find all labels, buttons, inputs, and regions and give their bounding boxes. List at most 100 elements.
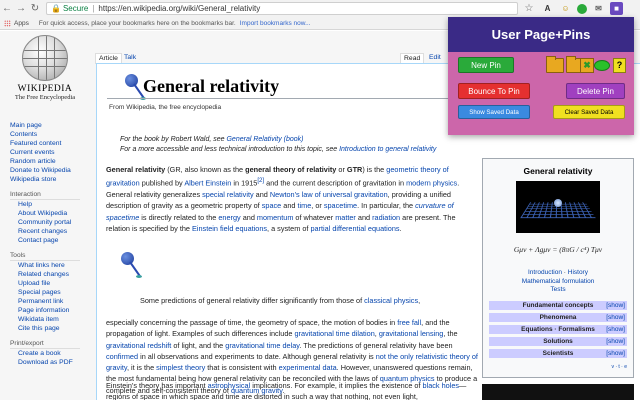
link-matter[interactable]: matter [335, 213, 356, 222]
link-classical-physics[interactable]: classical physics [364, 296, 418, 305]
link-energy[interactable]: energy [218, 213, 240, 222]
link-field-equations[interactable]: Einstein field equations [192, 224, 267, 233]
font-extension-icon[interactable]: A [541, 2, 554, 15]
text: , [418, 296, 421, 305]
sidebar-item-special[interactable]: Special pages [10, 288, 92, 297]
sidebar-item-contact[interactable]: Contact page [10, 236, 92, 245]
link-special-relativity[interactable]: special relativity [202, 190, 254, 199]
sidebar-item-what-links[interactable]: What links here [10, 261, 92, 270]
infobox-row-scientists[interactable]: Scientists [show] [489, 348, 627, 358]
bounce-to-pin-button[interactable]: Bounce To Pin [458, 83, 530, 99]
sidebar-item-about[interactable]: About Wikipedia [10, 209, 92, 218]
link-tests[interactable]: Tests [550, 286, 565, 293]
mail-extension-icon[interactable]: ✉ [592, 2, 605, 15]
link-albert-einstein[interactable]: Albert Einstein [184, 179, 231, 188]
wikipedia-logo[interactable]: WIKIPEDIA The Free Encyclopedia [4, 33, 86, 113]
sidebar-heading-print[interactable]: Print/export [10, 339, 80, 349]
link-spacetime[interactable]: spacetime [324, 201, 357, 210]
sidebar-item-donate[interactable]: Donate to Wikipedia [10, 166, 92, 175]
sidebar-item-help[interactable]: Help [10, 200, 92, 209]
sidebar-item-featured[interactable]: Featured content [10, 139, 92, 148]
text: and [355, 212, 373, 222]
pushpin-icon[interactable] [120, 252, 142, 282]
link-time[interactable]: time [297, 201, 311, 210]
pins-extension-icon[interactable] [577, 3, 587, 14]
sidebar-item-related[interactable]: Related changes [10, 270, 92, 279]
link-astrophysical[interactable]: astrophysical [208, 381, 251, 390]
link-radiation[interactable]: radiation [372, 213, 400, 222]
hatnote-link-intro[interactable]: Introduction to general relativity [339, 146, 436, 153]
url-input[interactable]: 🔒 Secure | https://en.wikipedia.org/wiki… [46, 2, 518, 15]
link-redshift[interactable]: gravitational redshift [106, 341, 171, 350]
show-toggle[interactable]: [show] [606, 313, 625, 322]
sidebar-item-recent-changes[interactable]: Recent changes [10, 227, 92, 236]
link-newton-law[interactable]: Newton's law of universal gravitation [270, 190, 388, 199]
show-saved-data-button[interactable]: Show Saved Data [458, 105, 530, 119]
user-pins-popup: User Page+Pins New Pin ✖ ? Bounce To Pin… [448, 17, 634, 135]
sidebar-item-download-pdf[interactable]: Download as PDF [10, 358, 92, 367]
predictions-paragraph-start: Some predictions of general relativity d… [140, 295, 478, 306]
apps-label[interactable]: Apps [14, 20, 29, 27]
sidebar-item-community[interactable]: Community portal [10, 218, 92, 227]
link-lensing[interactable]: gravitational lensing [379, 329, 444, 338]
back-icon[interactable]: ← [0, 2, 14, 16]
delete-pin-button[interactable]: Delete Pin [566, 83, 625, 99]
sidebar-item-store[interactable]: Wikipedia store [10, 175, 92, 184]
link-time-delay[interactable]: gravitational time delay [225, 341, 299, 350]
row-label: Phenomena [539, 313, 577, 321]
folder-remove-icon[interactable]: ✖ [580, 58, 594, 73]
clear-saved-data-button[interactable]: Clear Saved Data [553, 105, 625, 119]
vte-links[interactable]: v · t · e [483, 364, 627, 370]
help-icon[interactable]: ? [613, 58, 626, 73]
link-history[interactable]: History [568, 269, 588, 276]
link-mathematical-formulation[interactable]: Mathematical formulation [522, 278, 595, 285]
forward-icon[interactable]: → [14, 2, 28, 16]
sidebar-item-cite[interactable]: Cite this page [10, 324, 92, 333]
sidebar-item-contents[interactable]: Contents [10, 130, 92, 139]
sidebar-item-wikidata[interactable]: Wikidata item [10, 315, 92, 324]
hatnote-link-book[interactable]: General Relativity (book) [226, 136, 303, 143]
link-time-dilation[interactable]: gravitational time dilation [294, 329, 374, 338]
sidebar-item-current-events[interactable]: Current events [10, 148, 92, 157]
import-bookmarks-link[interactable]: Import bookmarks now... [240, 20, 311, 27]
sidebar-heading-interaction[interactable]: Interaction [10, 190, 80, 200]
sidebar-item-random[interactable]: Random article [10, 157, 92, 166]
infobox-row-equations[interactable]: Equations · Formalisms [show] [489, 324, 627, 334]
link-momentum[interactable]: momentum [257, 213, 294, 222]
text: implications. For example, it implies th… [250, 381, 423, 390]
sidebar-item-upload[interactable]: Upload file [10, 279, 92, 288]
sidebar-item-page-info[interactable]: Page information [10, 306, 92, 315]
sidebar-item-create-book[interactable]: Create a book [10, 349, 92, 358]
infobox-row-phenomena[interactable]: Phenomena [show] [489, 312, 627, 322]
infobox-row-fundamental[interactable]: Fundamental concepts [show] [489, 300, 627, 310]
show-toggle[interactable]: [show] [606, 325, 625, 334]
sidebar-item-main-page[interactable]: Main page [10, 121, 92, 130]
link-black-holes[interactable]: black holes [423, 381, 460, 390]
sidebar-item-permanent[interactable]: Permanent link [10, 297, 92, 306]
link-introduction[interactable]: Introduction [528, 269, 562, 276]
sidebar-heading-tools[interactable]: Tools [10, 251, 80, 261]
puzzle-extension-icon[interactable]: ■ [610, 2, 623, 15]
link-simplest-theory[interactable]: simplest theory [156, 363, 205, 372]
new-pin-button[interactable]: New Pin [458, 57, 514, 73]
apps-icon[interactable] [4, 19, 11, 27]
spacetime-curvature-image[interactable] [516, 181, 600, 233]
second-infobox-image[interactable] [482, 384, 634, 400]
link-geometric[interactable]: geometric [386, 165, 418, 174]
folder-icon[interactable] [546, 56, 564, 73]
link-pde[interactable]: partial differential equations [310, 224, 399, 233]
link-experimental-data[interactable]: experimental data [279, 363, 337, 372]
reload-icon[interactable]: ↻ [28, 2, 42, 16]
show-toggle[interactable]: [show] [606, 349, 625, 358]
text: that is consistent with [205, 363, 279, 373]
link-confirmed[interactable]: confirmed [106, 352, 138, 361]
green-oval-icon[interactable] [594, 60, 610, 71]
infobox-row-solutions[interactable]: Solutions [show] [489, 336, 627, 346]
show-toggle[interactable]: [show] [606, 337, 625, 346]
show-toggle[interactable]: [show] [606, 301, 625, 310]
emoji-extension-icon[interactable]: ☺ [559, 2, 572, 15]
link-free-fall[interactable]: free fall [397, 318, 421, 327]
bookmark-star-icon[interactable]: ☆ [522, 2, 536, 16]
link-modern-physics[interactable]: modern physics [406, 179, 457, 188]
link-space[interactable]: space [262, 201, 281, 210]
